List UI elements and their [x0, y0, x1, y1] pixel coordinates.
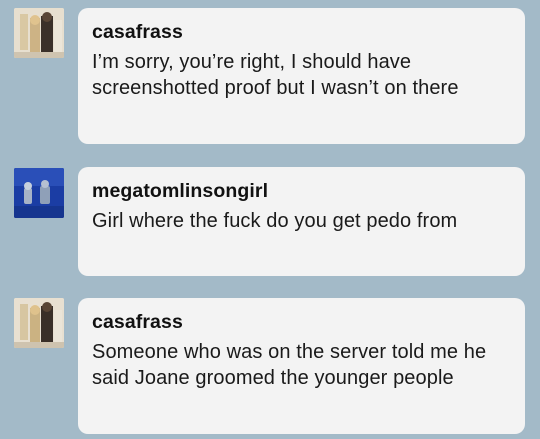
avatar[interactable] [14, 8, 64, 58]
avatar-photo-icon [14, 298, 64, 348]
message-username[interactable]: casafrass [92, 20, 511, 44]
message-bubble: megatomlinsongirl Girl where the fuck do… [78, 167, 525, 276]
message-username[interactable]: casafrass [92, 310, 511, 334]
avatar-photo-icon [14, 8, 64, 58]
message-bubble: casafrass I’m sorry, you’re right, I sho… [78, 8, 525, 144]
message-text: Girl where the fuck do you get pedo from [92, 210, 458, 232]
message-text: Someone who was on the server told me he… [92, 341, 487, 389]
message-username[interactable]: megatomlinsongirl [92, 179, 511, 203]
message-text: I’m sorry, you’re right, I should have s… [92, 51, 459, 99]
avatar[interactable] [14, 168, 64, 218]
avatar-photo-icon [14, 168, 64, 218]
message-bubble: casafrass Someone who was on the server … [78, 298, 525, 434]
avatar[interactable] [14, 298, 64, 348]
